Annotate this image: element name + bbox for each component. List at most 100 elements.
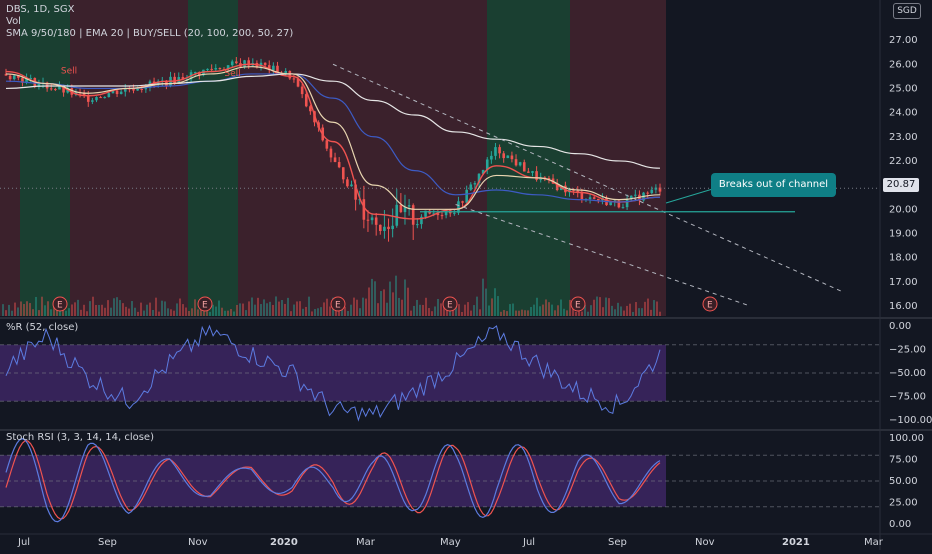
volume-bar xyxy=(482,278,484,316)
candle-body xyxy=(263,62,267,66)
candle-body xyxy=(210,68,213,70)
volume-bar xyxy=(383,289,385,316)
volume-bar xyxy=(161,300,163,316)
candle-body xyxy=(49,88,53,90)
volume-bar xyxy=(104,307,106,316)
candle-body xyxy=(272,65,275,71)
signal-zone-0 xyxy=(0,0,20,316)
volume-bar xyxy=(68,308,70,316)
volume-bar xyxy=(518,310,520,316)
candle-body xyxy=(502,153,505,159)
candle-body xyxy=(300,86,304,95)
sell-signal-label: Sell xyxy=(224,69,240,79)
candle-body xyxy=(457,201,460,213)
volume-bar xyxy=(419,304,421,316)
volume-bar xyxy=(167,308,169,316)
volume-bar xyxy=(425,297,427,316)
volume-bar xyxy=(422,304,424,316)
volume-bar xyxy=(575,311,577,316)
volume-bar xyxy=(458,304,460,316)
volume-bar xyxy=(284,303,286,316)
candle-body xyxy=(362,199,366,220)
last-price-tag: 20.87 xyxy=(883,178,919,192)
candle-body xyxy=(193,72,197,74)
x-axis-tick: Nov xyxy=(695,537,715,548)
candle-body xyxy=(514,159,518,166)
volume-bar xyxy=(635,302,637,316)
volume-bar xyxy=(416,299,418,316)
volume-bar xyxy=(71,304,73,316)
candle-body xyxy=(453,212,456,214)
volume-bar xyxy=(260,304,262,316)
volume-bar xyxy=(212,304,214,316)
candle-body xyxy=(473,183,477,185)
volume-bar xyxy=(395,275,397,316)
volume-bar xyxy=(176,303,178,316)
volume-bar xyxy=(392,292,394,316)
volume-bar xyxy=(557,305,559,316)
volume-bar xyxy=(410,310,412,316)
symbol-label[interactable]: DBS, 1D, SGX xyxy=(6,4,293,16)
volume-bar xyxy=(224,310,226,316)
chart-canvas[interactable]: 27.0026.0025.0024.0023.0022.0021.0020.00… xyxy=(0,0,932,550)
candle-body xyxy=(469,184,473,190)
volume-bar xyxy=(86,311,88,316)
volume-bar xyxy=(434,306,436,316)
main-y-tick: 27.00 xyxy=(889,35,918,46)
volume-bar xyxy=(473,305,475,316)
volume-bar xyxy=(563,308,565,316)
main-y-tick: 23.00 xyxy=(889,132,918,143)
volume-bar xyxy=(83,304,85,316)
volume-bar xyxy=(44,305,46,316)
volume-bar xyxy=(593,299,595,316)
volume-bar xyxy=(146,304,148,316)
volume-bar xyxy=(227,310,229,316)
candle-body xyxy=(399,204,403,213)
volume-bar xyxy=(491,298,493,316)
candle-body xyxy=(337,162,341,168)
volume-bar xyxy=(542,304,544,316)
candle-body xyxy=(490,155,493,160)
candle-body xyxy=(304,94,308,107)
candle-body xyxy=(494,147,497,156)
currency-badge[interactable]: SGD xyxy=(893,3,921,19)
volume-bar xyxy=(5,310,7,316)
volume-bar xyxy=(314,309,316,316)
stoch-rsi-label[interactable]: Stoch RSI (3, 3, 14, 14, close) xyxy=(6,432,154,444)
candle-body xyxy=(329,148,333,158)
volume-bar xyxy=(131,301,133,316)
volume-bar xyxy=(488,305,490,316)
volume-bar xyxy=(368,287,370,316)
volume-bar xyxy=(659,311,661,316)
volume-bar xyxy=(404,279,406,316)
volume-bar xyxy=(614,309,616,316)
volume-bar xyxy=(503,310,505,316)
williams-r-label[interactable]: %R (52, close) xyxy=(6,322,78,334)
volume-bar xyxy=(596,296,598,316)
x-axis-tick: Mar xyxy=(864,537,884,548)
volume-bar xyxy=(272,304,274,316)
volume-bar xyxy=(524,310,526,316)
volume-label[interactable]: Vol xyxy=(6,16,293,28)
volume-bar xyxy=(545,299,547,316)
volume-bar xyxy=(320,307,322,316)
indicators-label[interactable]: SMA 9/50/180 | EMA 20 | BUY/SELL (20, 10… xyxy=(6,28,293,40)
candle-body xyxy=(140,88,144,90)
candle-body xyxy=(625,198,629,208)
candle-body xyxy=(325,140,329,149)
oscillator-y-tick: 75.00 xyxy=(889,455,918,466)
volume-bar xyxy=(470,310,472,316)
candle-body xyxy=(621,207,625,209)
volume-bar xyxy=(656,301,658,316)
volume-bar xyxy=(254,304,256,316)
volume-bar xyxy=(533,304,535,316)
candle-body xyxy=(531,171,534,173)
volume-bar xyxy=(377,303,379,316)
volume-bar xyxy=(632,311,634,316)
volume-bar xyxy=(134,307,136,316)
volume-bar xyxy=(191,308,193,316)
volume-bar xyxy=(266,303,268,316)
volume-bar xyxy=(164,301,166,316)
volume-bar xyxy=(263,299,265,316)
volume-bar xyxy=(335,310,337,316)
